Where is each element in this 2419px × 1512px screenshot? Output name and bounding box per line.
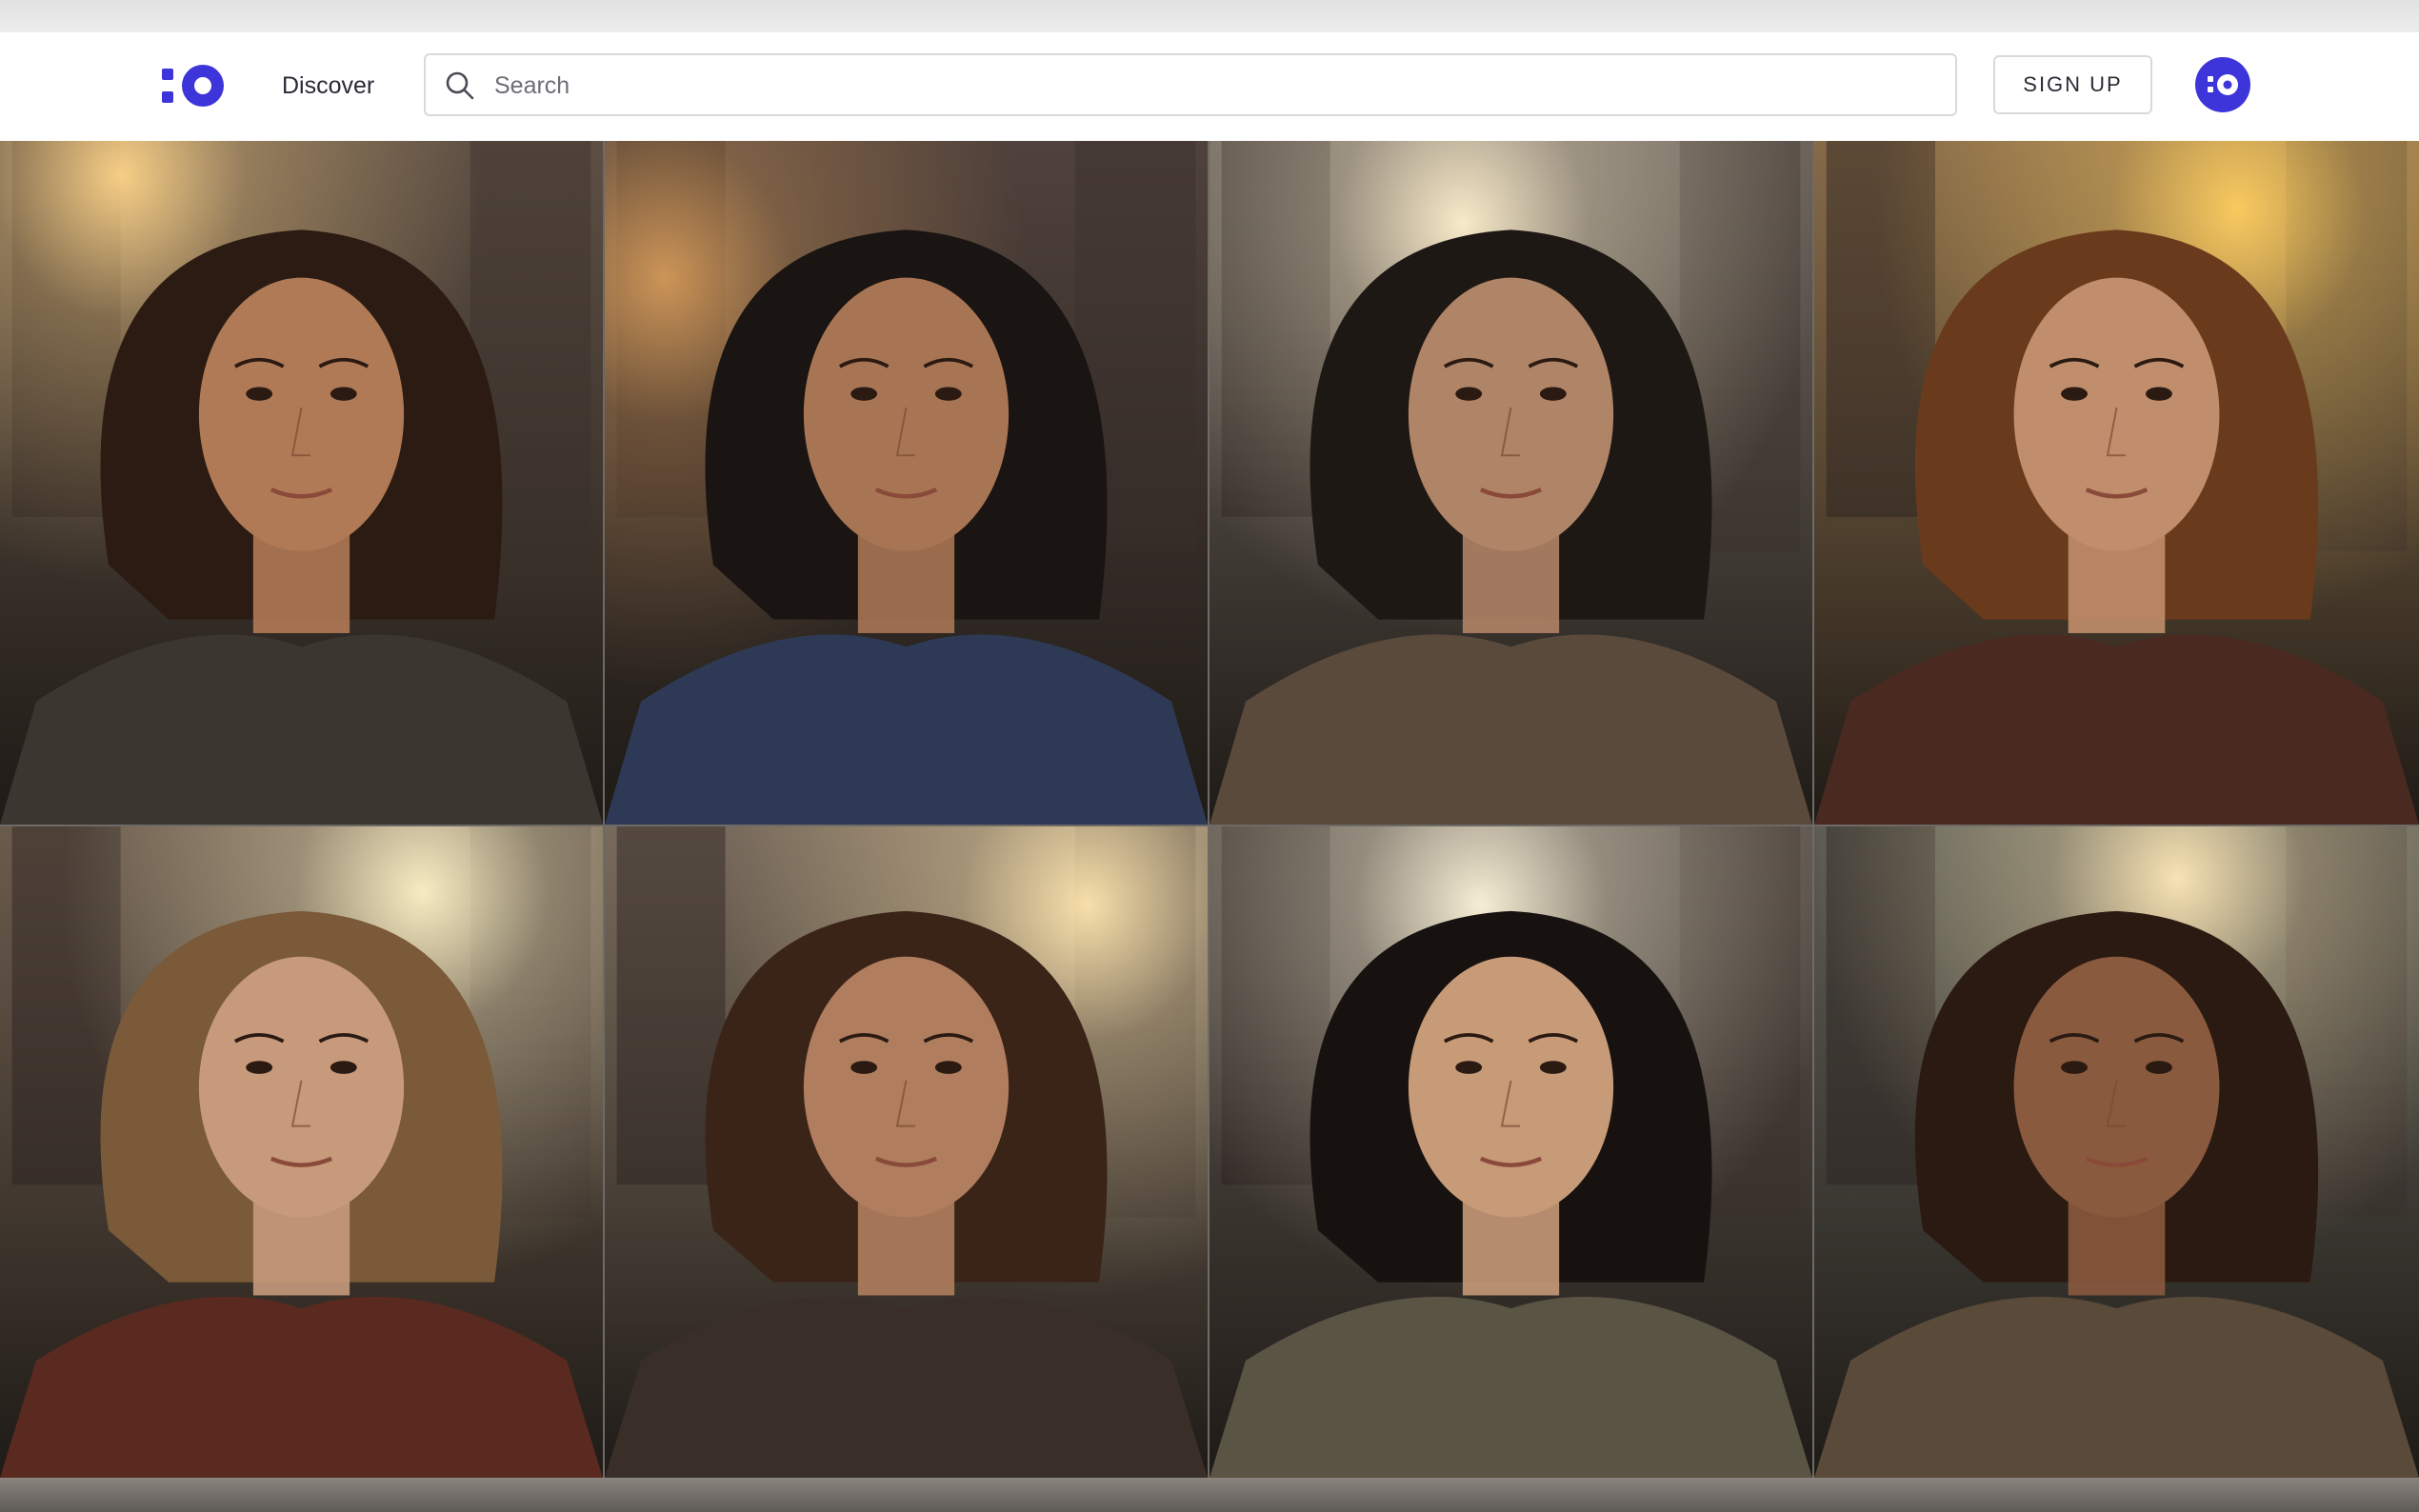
bottom-strip	[0, 1478, 2419, 1512]
search-bar[interactable]	[424, 53, 1957, 116]
sign-up-button[interactable]: SIGN UP	[1993, 55, 2152, 114]
gallery-image-7[interactable]	[1210, 826, 1812, 1478]
portrait-illustration	[1814, 141, 2419, 825]
browser-top-strip	[0, 0, 2419, 32]
nav-discover-link[interactable]: Discover	[282, 70, 374, 101]
portrait-illustration	[0, 141, 603, 825]
user-avatar-icon[interactable]	[2195, 57, 2250, 112]
portrait-illustration	[1210, 141, 1812, 825]
portrait-illustration	[605, 141, 1208, 825]
site-header: Discover SIGN UP	[0, 32, 2419, 141]
gallery-image-4[interactable]	[1814, 141, 2419, 825]
gallery-image-2[interactable]	[605, 141, 1208, 825]
gallery-image-1[interactable]	[0, 141, 603, 825]
search-input[interactable]	[492, 63, 1925, 109]
gallery-image-5[interactable]	[0, 826, 603, 1478]
image-gallery-grid	[0, 141, 2419, 1478]
brand-logo-icon[interactable]	[162, 65, 229, 109]
gallery-image-6[interactable]	[605, 826, 1208, 1478]
portrait-illustration	[1814, 826, 2419, 1478]
portrait-illustration	[1210, 826, 1812, 1478]
gallery-image-8[interactable]	[1814, 826, 2419, 1478]
gallery-image-3[interactable]	[1210, 141, 1812, 825]
portrait-illustration	[0, 826, 603, 1478]
search-icon	[445, 70, 475, 101]
portrait-illustration	[605, 826, 1208, 1478]
